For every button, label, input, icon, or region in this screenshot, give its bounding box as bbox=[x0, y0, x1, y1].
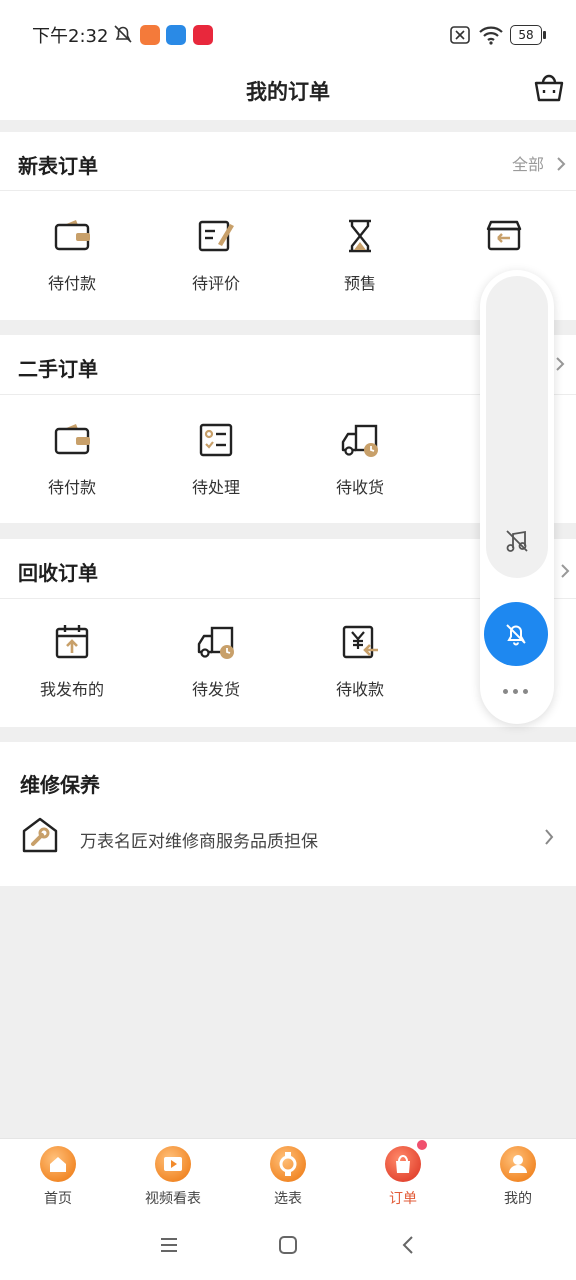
home-icon bbox=[40, 1146, 76, 1182]
status-time: 下午2:32 bbox=[32, 26, 109, 47]
tab-orders[interactable]: 订单 bbox=[345, 1140, 461, 1208]
order-status-item[interactable]: 待评价 bbox=[144, 216, 288, 294]
order-status-label: 待付款 bbox=[47, 478, 96, 497]
sim-none-icon bbox=[450, 26, 470, 44]
hourglass-icon bbox=[349, 219, 371, 253]
bell-off-icon bbox=[506, 624, 526, 646]
home-square-icon[interactable] bbox=[277, 1234, 299, 1256]
calendar-upload-icon bbox=[55, 625, 89, 659]
view-all-label: 全部 bbox=[512, 155, 545, 174]
music-off-icon[interactable] bbox=[504, 528, 530, 554]
more-dot-icon bbox=[523, 689, 528, 694]
order-status-label: 待处理 bbox=[191, 478, 240, 497]
notification-dot bbox=[417, 1140, 427, 1150]
order-status-label: 待发货 bbox=[191, 680, 240, 699]
tab-mine[interactable]: 我的 bbox=[460, 1146, 576, 1208]
more-dot-icon bbox=[503, 689, 508, 694]
app-notification-icon bbox=[193, 25, 213, 45]
tab-label: 订单 bbox=[389, 1191, 417, 1207]
battery-tip bbox=[543, 31, 546, 39]
user-icon bbox=[500, 1146, 536, 1182]
tab-label: 我的 bbox=[504, 1191, 532, 1207]
tab-label: 首页 bbox=[44, 1191, 72, 1207]
order-status-item[interactable]: 待收货 bbox=[288, 420, 432, 498]
shopping-basket-icon[interactable] bbox=[532, 70, 566, 104]
back-icon[interactable] bbox=[398, 1234, 418, 1256]
review-icon bbox=[198, 220, 234, 252]
order-status-label: 预售 bbox=[343, 274, 376, 293]
order-status-item[interactable]: 待发货 bbox=[144, 622, 288, 700]
tab-label: 选表 bbox=[274, 1191, 302, 1207]
order-status-item[interactable]: 待处理 bbox=[144, 420, 288, 498]
order-status-label: 待评价 bbox=[191, 274, 240, 293]
truck-clock-icon bbox=[341, 424, 378, 457]
order-status-item[interactable]: 待付款 bbox=[0, 216, 144, 294]
battery-indicator: 58 bbox=[510, 25, 542, 45]
view-all-link[interactable]: 全部 bbox=[512, 151, 567, 174]
order-status-item[interactable] bbox=[432, 216, 576, 270]
page-title: 我的订单 bbox=[246, 80, 330, 104]
order-status-label: 待付款 bbox=[47, 274, 96, 293]
chevron-right-icon bbox=[545, 829, 554, 845]
house-wrench-icon bbox=[22, 817, 58, 853]
bell-muted-icon bbox=[114, 25, 132, 43]
chevron-right-icon bbox=[561, 564, 570, 578]
checklist-icon bbox=[199, 423, 233, 457]
return-box-icon bbox=[486, 220, 522, 251]
wifi-icon bbox=[479, 26, 503, 45]
app-notification-icon bbox=[140, 25, 160, 45]
yuan-receive-icon bbox=[342, 625, 378, 659]
tab-select-watch[interactable]: 选表 bbox=[230, 1146, 346, 1208]
order-status-item[interactable]: 待收款 bbox=[288, 622, 432, 700]
chevron-right-icon bbox=[557, 157, 566, 171]
app-notification-icon bbox=[166, 25, 186, 45]
chevron-right-icon[interactable] bbox=[554, 356, 566, 372]
divider bbox=[0, 190, 576, 191]
wallet-icon bbox=[54, 220, 90, 251]
section-title: 维修保养 bbox=[20, 773, 100, 797]
order-status-label: 我发布的 bbox=[39, 680, 104, 699]
video-icon bbox=[155, 1146, 191, 1182]
menu-icon[interactable] bbox=[158, 1235, 180, 1255]
section-title: 二手订单 bbox=[18, 357, 98, 381]
order-status-item[interactable]: 预售 bbox=[288, 216, 432, 294]
order-status-label: 待收款 bbox=[335, 680, 384, 699]
tab-video[interactable]: 视频看表 bbox=[115, 1146, 231, 1208]
more-dot-icon bbox=[513, 689, 518, 694]
truck-clock-icon bbox=[197, 626, 234, 659]
section-title: 回收订单 bbox=[18, 561, 98, 585]
repair-description: 万表名匠对维修商服务品质担保 bbox=[80, 832, 318, 852]
more-options-button[interactable] bbox=[503, 688, 531, 696]
tab-home[interactable]: 首页 bbox=[0, 1146, 116, 1208]
tab-label: 视频看表 bbox=[145, 1191, 201, 1207]
order-status-label: 待收货 bbox=[335, 478, 384, 497]
watch-icon bbox=[270, 1146, 306, 1182]
wallet-icon bbox=[54, 424, 90, 455]
section-title: 新表订单 bbox=[18, 154, 98, 178]
order-status-item[interactable]: 待付款 bbox=[0, 420, 144, 498]
repair-guarantee-row[interactable]: 万表名匠对维修商服务品质担保 bbox=[0, 810, 576, 866]
bag-icon bbox=[385, 1140, 427, 1182]
order-status-item[interactable]: 我发布的 bbox=[0, 622, 144, 700]
